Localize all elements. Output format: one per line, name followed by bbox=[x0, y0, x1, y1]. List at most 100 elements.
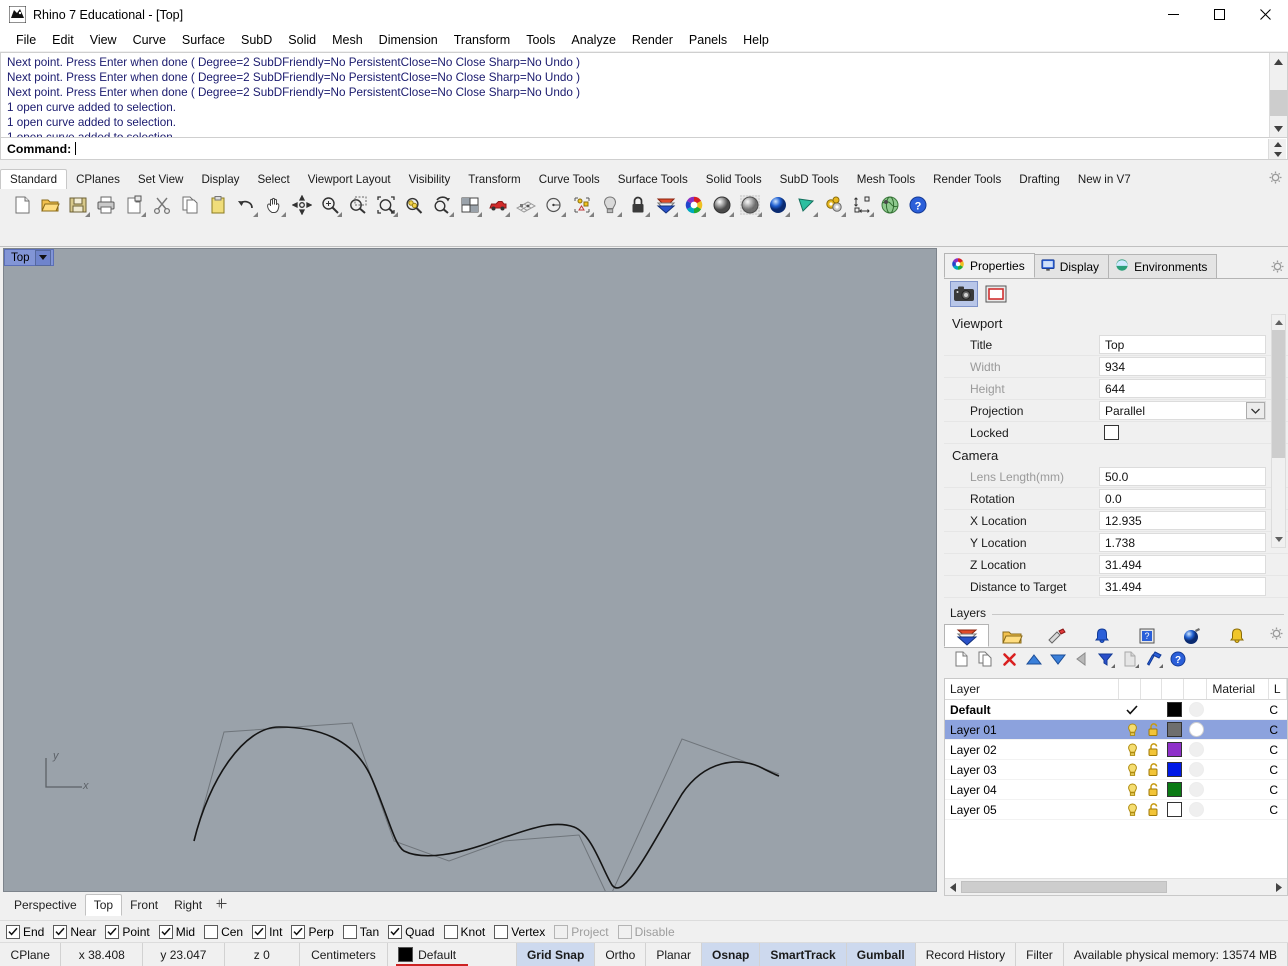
locked-checkbox[interactable] bbox=[1104, 425, 1119, 440]
osnap-tan[interactable]: Tan bbox=[342, 924, 379, 939]
layer-color-swatch[interactable] bbox=[1164, 740, 1185, 759]
osnap-knot[interactable]: Knot bbox=[443, 924, 485, 939]
tab-named-positions[interactable]: ? bbox=[1124, 624, 1169, 647]
layer-color-swatch[interactable] bbox=[1164, 780, 1185, 799]
named-view-icon[interactable] bbox=[792, 192, 819, 218]
tab-blocks[interactable] bbox=[989, 624, 1034, 647]
tab-layers[interactable] bbox=[944, 624, 989, 647]
layer-current-indicator[interactable] bbox=[1122, 700, 1143, 719]
print-icon[interactable] bbox=[92, 192, 119, 218]
status-toggle-record-history[interactable]: Record History bbox=[916, 943, 1017, 966]
checkbox[interactable] bbox=[105, 924, 120, 939]
viewport-layout-icon[interactable] bbox=[456, 192, 483, 218]
layer-name[interactable]: Layer 01 bbox=[945, 720, 1122, 739]
toolbar-tab-display[interactable]: Display bbox=[192, 170, 248, 189]
menu-item-curve[interactable]: Curve bbox=[125, 31, 174, 49]
color-wheel-icon[interactable] bbox=[680, 192, 707, 218]
zoom-window-icon[interactable] bbox=[344, 192, 371, 218]
delete-layer-icon[interactable] bbox=[1000, 650, 1019, 669]
paste-icon[interactable] bbox=[204, 192, 231, 218]
toolbar-tab-render-tools[interactable]: Render Tools bbox=[924, 170, 1010, 189]
toolbar-tab-mesh-tools[interactable]: Mesh Tools bbox=[848, 170, 924, 189]
new-layer-icon[interactable] bbox=[952, 650, 971, 669]
help-icon[interactable]: ? bbox=[1168, 650, 1187, 669]
checkbox[interactable] bbox=[617, 924, 632, 939]
layer-name[interactable]: Layer 04 bbox=[945, 780, 1122, 799]
render-car-icon[interactable] bbox=[484, 192, 511, 218]
status-cplane[interactable]: CPlane bbox=[0, 943, 62, 966]
checkbox[interactable] bbox=[158, 924, 173, 939]
layer-lock-toggle[interactable] bbox=[1143, 740, 1164, 759]
scrollbar-thumb[interactable] bbox=[1270, 90, 1287, 116]
property-value-field[interactable]: 50.0 bbox=[1099, 467, 1266, 486]
layer-name[interactable]: Layer 03 bbox=[945, 760, 1122, 779]
menu-item-solid[interactable]: Solid bbox=[280, 31, 324, 49]
layer-color-swatch[interactable] bbox=[1164, 720, 1185, 739]
status-toggle-smarttrack[interactable]: SmartTrack bbox=[760, 943, 847, 966]
layer-name[interactable]: Layer 05 bbox=[945, 800, 1122, 819]
layer-name[interactable]: Layer 02 bbox=[945, 740, 1122, 759]
scrollbar-thumb[interactable] bbox=[961, 881, 1167, 893]
gear-icon[interactable] bbox=[1269, 171, 1282, 187]
layers-column-header[interactable]: L bbox=[1269, 679, 1287, 699]
layers-column-header[interactable] bbox=[1141, 679, 1163, 699]
osnap-mid[interactable]: Mid bbox=[158, 924, 195, 939]
toolbar-tab-curve-tools[interactable]: Curve Tools bbox=[530, 170, 609, 189]
layer-material-swatch[interactable] bbox=[1185, 740, 1208, 759]
toolbar-tab-transform[interactable]: Transform bbox=[459, 170, 529, 189]
layer-linetype[interactable]: C bbox=[1269, 800, 1287, 819]
property-value-field[interactable]: 12.935 bbox=[1099, 511, 1266, 530]
zoom-selected-icon[interactable] bbox=[400, 192, 427, 218]
status-toggle-filter[interactable]: Filter bbox=[1016, 943, 1064, 966]
checkbox[interactable] bbox=[204, 924, 219, 939]
menu-item-surface[interactable]: Surface bbox=[174, 31, 233, 49]
point-object-icon[interactable] bbox=[568, 192, 595, 218]
toolbar-tab-viewport-layout[interactable]: Viewport Layout bbox=[299, 170, 400, 189]
layer-linetype[interactable]: C bbox=[1269, 720, 1287, 739]
viewport-tab-front[interactable]: Front bbox=[122, 895, 166, 915]
zoom-previous-icon[interactable] bbox=[428, 192, 455, 218]
status-toggle-grid-snap[interactable]: Grid Snap bbox=[516, 943, 596, 966]
layer-material-swatch[interactable] bbox=[1185, 700, 1208, 719]
shaded-sphere-icon[interactable] bbox=[708, 192, 735, 218]
menu-item-render[interactable]: Render bbox=[624, 31, 681, 49]
layer-current-indicator[interactable] bbox=[1122, 740, 1143, 759]
layers-horizontal-scrollbar[interactable] bbox=[945, 878, 1287, 895]
layer-name[interactable]: Default bbox=[945, 700, 1122, 719]
layer-color-swatch[interactable] bbox=[1164, 760, 1185, 779]
osnap-near[interactable]: Near bbox=[53, 924, 96, 939]
gear-icon[interactable] bbox=[1270, 627, 1283, 643]
toolbar-tab-new-in-v7[interactable]: New in V7 bbox=[1069, 170, 1140, 189]
property-value-field[interactable]: 31.494 bbox=[1099, 555, 1266, 574]
toolbar-tab-visibility[interactable]: Visibility bbox=[400, 170, 460, 189]
close-button[interactable] bbox=[1242, 0, 1288, 29]
property-value-field[interactable]: 1.738 bbox=[1099, 533, 1266, 552]
status-current-layer[interactable]: Default bbox=[388, 943, 517, 966]
spinner-down-icon[interactable] bbox=[1269, 149, 1286, 159]
tab-notifications[interactable] bbox=[1079, 624, 1124, 647]
layer-color-swatch[interactable] bbox=[1164, 800, 1185, 819]
filter-icon[interactable] bbox=[1096, 650, 1115, 669]
layer-current-indicator[interactable] bbox=[1122, 760, 1143, 779]
layers-column-header[interactable] bbox=[1119, 679, 1141, 699]
toolbar-tab-solid-tools[interactable]: Solid Tools bbox=[697, 170, 771, 189]
render-settings-icon[interactable] bbox=[820, 192, 847, 218]
checkbox[interactable] bbox=[252, 924, 267, 939]
tab-render[interactable] bbox=[1169, 624, 1214, 647]
checkbox[interactable] bbox=[342, 924, 357, 939]
status-toggle-ortho[interactable]: Ortho bbox=[595, 943, 647, 966]
viewport-frame-icon[interactable] bbox=[982, 281, 1010, 307]
rotate-view-icon[interactable] bbox=[288, 192, 315, 218]
menu-item-transform[interactable]: Transform bbox=[446, 31, 519, 49]
move-up-icon[interactable] bbox=[1024, 650, 1043, 669]
property-value-field[interactable]: Parallel bbox=[1099, 401, 1266, 420]
scroll-up-icon[interactable] bbox=[1270, 53, 1287, 70]
layer-color-swatch[interactable] bbox=[398, 947, 414, 962]
toolbar-tab-cplanes[interactable]: CPlanes bbox=[67, 170, 129, 189]
property-value-field[interactable]: 31.494 bbox=[1099, 577, 1266, 596]
checkbox[interactable] bbox=[443, 924, 458, 939]
property-value-field[interactable]: 934 bbox=[1099, 357, 1266, 376]
osnap-disable[interactable]: Disable bbox=[617, 924, 675, 939]
toolbar-tab-subd-tools[interactable]: SubD Tools bbox=[771, 170, 848, 189]
tab-display[interactable]: Display bbox=[1033, 254, 1110, 278]
